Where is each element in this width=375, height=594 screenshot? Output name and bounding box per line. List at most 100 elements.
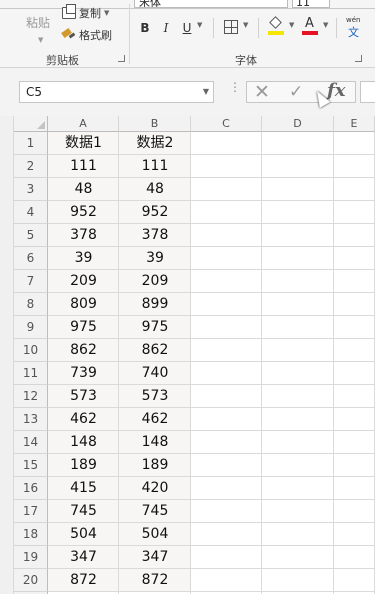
row-header-12[interactable]: 12 [14,385,48,408]
cell-a6[interactable]: 39 [48,247,119,270]
cell-b14[interactable]: 148 [119,431,191,454]
column-header-d[interactable]: D [262,116,334,132]
row-header-3[interactable]: 3 [14,178,48,201]
format-separator [336,18,337,38]
row-header-9[interactable]: 9 [14,316,48,339]
cell-b10[interactable]: 862 [119,339,191,362]
row-header-5[interactable]: 5 [14,224,48,247]
row-header-4[interactable]: 4 [14,201,48,224]
cell-b3[interactable]: 48 [119,178,191,201]
cell-b2[interactable]: 111 [119,155,191,178]
cell-b4[interactable]: 952 [119,201,191,224]
cell-b20[interactable]: 872 [119,569,191,592]
select-all-button[interactable] [14,116,48,132]
borders-dropdown-icon[interactable]: ▼ [243,21,248,29]
row-header-14[interactable]: 14 [14,431,48,454]
cell-b1[interactable]: 数据2 [119,132,191,155]
underline-dropdown-icon[interactable]: ▼ [197,21,202,29]
cell-a7[interactable]: 209 [48,270,119,293]
grid-column-line [261,132,262,594]
cell-b8[interactable]: 899 [119,293,191,316]
column-header-b[interactable]: B [119,116,191,132]
fill-color-bar [268,31,284,35]
paste-label: 粘贴 [26,16,51,30]
cell-b17[interactable]: 745 [119,500,191,523]
cell-b6[interactable]: 39 [119,247,191,270]
cell-a8[interactable]: 809 [48,293,119,316]
cell-b12[interactable]: 573 [119,385,191,408]
cell-a12[interactable]: 573 [48,385,119,408]
row-header-16[interactable]: 16 [14,477,48,500]
row-header-19[interactable]: 19 [14,546,48,569]
italic-button[interactable]: I [160,19,172,37]
cell-b7[interactable]: 209 [119,270,191,293]
cell-a16[interactable]: 415 [48,477,119,500]
font-launcher-icon[interactable] [355,55,362,62]
cell-a5[interactable]: 378 [48,224,119,247]
font-name-select[interactable]: 宋体 [134,0,288,8]
underline-button[interactable]: U [181,19,193,37]
cell-a17[interactable]: 745 [48,500,119,523]
row-header-20[interactable]: 20 [14,569,48,592]
cell-a3[interactable]: 48 [48,178,119,201]
bold-button[interactable]: B [139,19,151,37]
row-header-10[interactable]: 10 [14,339,48,362]
row-header-11[interactable]: 11 [14,362,48,385]
cell-a10[interactable]: 862 [48,339,119,362]
row-header-1[interactable]: 1 [14,132,48,155]
cell-b11[interactable]: 740 [119,362,191,385]
borders-icon[interactable] [224,20,238,34]
row-header-6[interactable]: 6 [14,247,48,270]
row-header-17[interactable]: 17 [14,500,48,523]
cell-b15[interactable]: 189 [119,454,191,477]
font-color-dropdown-icon[interactable]: ▼ [323,21,328,29]
cell-a20[interactable]: 872 [48,569,119,592]
row-header-7[interactable]: 7 [14,270,48,293]
row-header-15[interactable]: 15 [14,454,48,477]
format-separator [213,18,214,38]
cell-a13[interactable]: 462 [48,408,119,431]
cell-b16[interactable]: 420 [119,477,191,500]
name-box-dropdown-icon[interactable]: ▼ [203,82,209,102]
cell-a11[interactable]: 739 [48,362,119,385]
name-box[interactable]: C5 ▼ [19,81,214,103]
clipboard-launcher-icon[interactable] [118,55,125,62]
formula-bar-grip-icon[interactable]: ⋮ [229,81,241,93]
cell-b19[interactable]: 347 [119,546,191,569]
format-painter-button[interactable]: 格式刷 [62,27,112,43]
cell-b18[interactable]: 504 [119,523,191,546]
column-header-e[interactable]: E [334,116,375,132]
insert-function-icon[interactable]: fx [327,79,345,103]
cell-a14[interactable]: 148 [48,431,119,454]
enter-icon[interactable]: ✓ [289,82,303,102]
cell-a2[interactable]: 111 [48,155,119,178]
row-header-18[interactable]: 18 [14,523,48,546]
row-header-2[interactable]: 2 [14,155,48,178]
paste-dropdown-icon[interactable]: ▼ [38,36,43,44]
worksheet[interactable]: ABCDE123456789101112131415161718192021数据… [0,116,375,594]
formula-input[interactable] [360,81,375,103]
cell-a4[interactable]: 952 [48,201,119,224]
cell-a9[interactable]: 975 [48,316,119,339]
cancel-icon[interactable]: ✕ [254,82,270,102]
font-color-icon[interactable]: A [302,16,318,35]
format-painter-icon [62,29,76,41]
row-header-8[interactable]: 8 [14,293,48,316]
cell-b13[interactable]: 462 [119,408,191,431]
cell-a19[interactable]: 347 [48,546,119,569]
fill-color-icon[interactable] [268,16,284,35]
phonetic-guide-icon[interactable]: wén 文 [344,16,368,40]
cell-a18[interactable]: 504 [48,523,119,546]
font-size-select[interactable]: 11 [292,0,330,8]
cell-a1[interactable]: 数据1 [48,132,119,155]
fill-color-dropdown-icon[interactable]: ▼ [289,21,294,29]
column-header-a[interactable]: A [48,116,119,132]
copy-dropdown-icon[interactable]: ▼ [104,9,109,17]
copy-button[interactable]: 复制 ▼ [62,4,109,21]
cell-b5[interactable]: 378 [119,224,191,247]
column-header-c[interactable]: C [191,116,262,132]
cell-b9[interactable]: 975 [119,316,191,339]
left-frame [0,116,14,594]
cell-a15[interactable]: 189 [48,454,119,477]
row-header-13[interactable]: 13 [14,408,48,431]
